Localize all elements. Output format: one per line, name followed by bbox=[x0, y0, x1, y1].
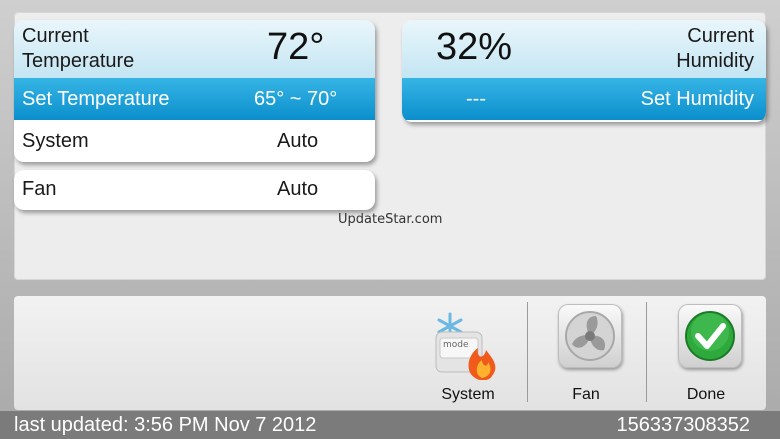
set-temperature-value: 65° ~ 70° bbox=[254, 88, 338, 110]
system-row-value: Auto bbox=[277, 130, 319, 152]
system-row-label: System bbox=[22, 130, 89, 152]
current-temperature-row: Current Temperature 72° bbox=[14, 20, 375, 78]
done-button[interactable]: Done bbox=[656, 300, 756, 410]
checkmark-icon bbox=[678, 304, 742, 368]
set-humidity-value: --- bbox=[466, 88, 486, 110]
set-humidity-row[interactable]: --- Set Humidity bbox=[402, 78, 766, 120]
system-button-label: System bbox=[441, 386, 495, 403]
watermark: UpdateStar.com bbox=[338, 212, 443, 227]
fan-button-label: Fan bbox=[572, 386, 600, 403]
current-humidity-label-line1: Current bbox=[687, 25, 754, 47]
done-button-label: Done bbox=[686, 386, 726, 403]
status-bar: last updated: 3:56 PM Nov 7 2012 1563373… bbox=[0, 411, 780, 439]
toolbar-divider bbox=[527, 302, 528, 402]
current-temperature-label-line1: Current bbox=[22, 25, 89, 47]
last-updated-text: last updated: 3:56 PM Nov 7 2012 bbox=[14, 414, 317, 436]
toolbar-divider bbox=[646, 302, 647, 402]
set-temperature-label: Set Temperature bbox=[22, 88, 170, 110]
fan-icon bbox=[558, 304, 622, 368]
set-temperature-row[interactable]: Set Temperature 65° ~ 70° bbox=[14, 78, 375, 120]
current-temperature-value: 72° bbox=[267, 26, 325, 68]
current-humidity-row: 32% Current Humidity bbox=[402, 20, 766, 78]
temperature-card: Current Temperature 72° Set Temperature … bbox=[14, 20, 375, 162]
current-humidity-value: 32% bbox=[436, 26, 513, 68]
device-id: 156337308352 bbox=[616, 414, 750, 436]
mode-icon: mode bbox=[430, 310, 504, 381]
fan-row[interactable]: Fan Auto bbox=[14, 170, 375, 210]
set-humidity-label: Set Humidity bbox=[640, 88, 754, 110]
humidity-card: 32% Current Humidity --- Set Humidity bbox=[402, 20, 766, 122]
fan-row-label: Fan bbox=[22, 178, 57, 200]
system-row[interactable]: System Auto bbox=[14, 120, 375, 162]
system-button[interactable]: mode System bbox=[418, 300, 518, 410]
fan-row-value: Auto bbox=[277, 178, 319, 200]
current-temperature-label-line2: Temperature bbox=[22, 50, 135, 72]
mode-text: mode bbox=[443, 340, 469, 350]
fan-button[interactable]: Fan bbox=[536, 300, 636, 410]
bottom-toolbar bbox=[14, 296, 766, 410]
current-humidity-label-line2: Humidity bbox=[676, 50, 754, 72]
